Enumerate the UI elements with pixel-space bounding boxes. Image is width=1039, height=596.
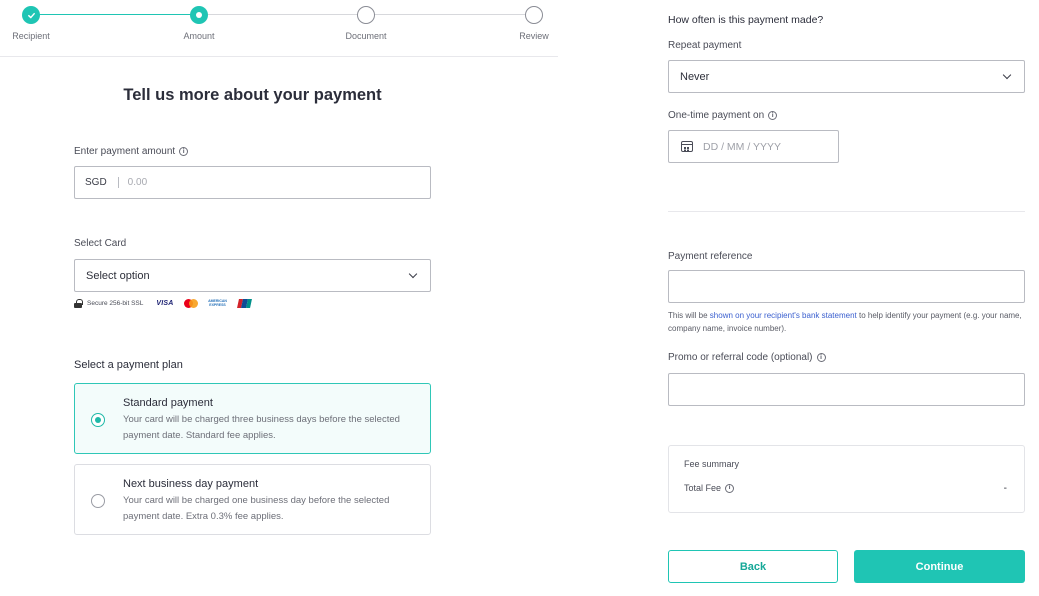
payment-reference-helper: This will be shown on your recipient's b… [668,309,1028,335]
amount-input[interactable]: 0.00 [128,177,147,188]
info-icon[interactable]: i [179,147,189,156]
card-label: Select Card [74,238,127,249]
total-fee-label-text: Total Fee [684,483,722,493]
promo-code-input[interactable] [668,373,1025,406]
radio-button[interactable] [91,494,105,508]
step-amount-indicator[interactable] [190,6,208,24]
amount-label-text: Enter payment amount [74,146,176,157]
check-icon [27,12,35,18]
plan-option-next-business-day[interactable]: Next business day payment Your card will… [74,464,431,535]
plan-name: Next business day payment [123,478,259,490]
plan-description: Your card will be charged three business… [123,414,400,441]
back-button[interactable]: Back [668,550,838,583]
amex-logo: AMERICAN EXPRESS [208,299,227,308]
step-document-label: Document [345,31,387,41]
frequency-heading: How often is this payment made? [668,14,824,26]
plan-description: Your card will be charged one business d… [123,495,390,522]
bank-statement-link[interactable]: shown on your recipient's bank statement [710,311,857,320]
info-icon[interactable]: i [768,111,778,120]
amount-field[interactable]: SGD 0.00 [74,166,431,199]
total-fee-label: Total Fee i [684,483,735,493]
payment-date-label: One-time payment on i [668,110,778,121]
amount-label: Enter payment amount i [74,146,189,157]
repeat-payment-label: Repeat payment [668,40,742,51]
payment-plan-label: Select a payment plan [74,359,183,371]
unionpay-logo [236,299,252,308]
page-title: Tell us more about your payment [123,86,382,104]
repeat-payment-value: Never [680,70,710,83]
promo-code-label: Promo or referral code (optional) i [668,352,826,363]
chevron-down-icon [1002,70,1012,80]
plan-option-standard[interactable]: Standard payment Your card will be charg… [74,383,431,454]
fee-summary-title: Fee summary [684,459,740,469]
currency-divider [117,177,119,188]
step-amount-label: Amount [183,31,215,41]
secure-text: Secure 256-bit SSL [87,300,144,307]
helper-text: This will be [668,311,710,320]
visa-logo: VISA [156,300,174,307]
secure-payment-row: Secure 256-bit SSL VISA AMERICAN EXPRESS [74,299,252,308]
radio-button[interactable] [91,413,105,427]
step-review-indicator[interactable] [525,6,543,24]
step-recipient-indicator[interactable] [22,6,40,24]
calendar-icon [681,141,693,152]
lock-icon [74,299,83,308]
card-select-value: Select option [86,269,150,282]
stepper-line-completed [31,14,199,15]
fee-summary-panel: Fee summary Total Fee i - [668,445,1025,513]
currency-code: SGD [85,177,107,188]
payment-date-label-text: One-time payment on [668,110,765,121]
payment-reference-label: Payment reference [668,251,753,262]
step-review-label: Review [519,31,549,41]
progress-stepper: Recipient Amount Document Review [0,0,558,57]
section-divider [668,211,1025,212]
step-recipient-label: Recipient [12,31,50,41]
card-select[interactable]: Select option [74,259,431,292]
step-document-indicator[interactable] [357,6,375,24]
repeat-payment-select[interactable]: Never [668,60,1025,93]
continue-button[interactable]: Continue [854,550,1025,583]
mastercard-logo [183,299,198,308]
info-icon[interactable]: i [816,353,826,362]
info-icon[interactable]: i [725,483,735,493]
total-fee-value: - [1003,483,1007,494]
promo-code-label-text: Promo or referral code (optional) [668,352,813,363]
chevron-down-icon [408,269,418,279]
plan-name: Standard payment [123,397,213,409]
payment-date-input[interactable]: DD / MM / YYYY [668,130,839,163]
payment-reference-input[interactable] [668,270,1025,303]
date-placeholder: DD / MM / YYYY [703,140,781,153]
